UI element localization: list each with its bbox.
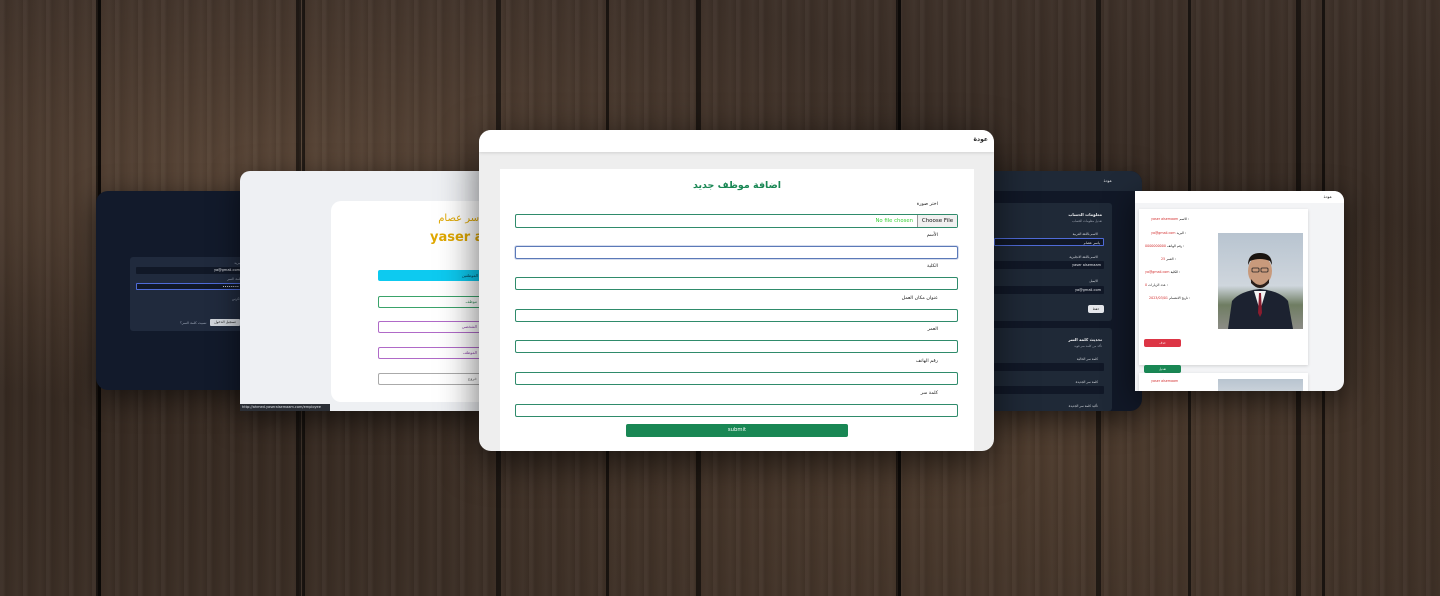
submit-button[interactable]: submit	[626, 424, 848, 437]
name-ar-label: الاسم باللغة العربية	[1072, 232, 1098, 236]
profile-name-row: yaser alsemaam الاسم :	[1151, 217, 1190, 221]
status-url: http://ahmed.yaseralsemaam.com/employee	[240, 404, 330, 411]
profile-button[interactable]: الشخصي	[378, 321, 490, 333]
new-password-field[interactable]	[994, 386, 1104, 394]
back-link[interactable]: عودة	[1324, 194, 1332, 199]
image-label: اختر صورة	[916, 202, 938, 207]
employees-button[interactable]: الموظفين	[378, 270, 490, 281]
password-label: كلمة سر	[920, 391, 938, 396]
delete-button[interactable]: حذف	[1144, 339, 1181, 347]
age-label: العمر	[927, 327, 938, 332]
settings-screenshot: عودة معلومات الحساب تعديل معلومات الحساب…	[990, 171, 1142, 411]
employee-card: ياسر عصام yaser als الموظفين موظف الشخصي…	[331, 201, 490, 402]
profile-college-row: ya@gmail.com الكلية :	[1145, 270, 1181, 274]
password-subtitle: تأكد من كلمة سر قوية	[1074, 344, 1102, 348]
name-ar-field[interactable]: ياسر عصام	[994, 238, 1104, 246]
person-photo-icon	[1228, 253, 1293, 329]
password-field[interactable]: ••••••••	[136, 283, 242, 290]
profile-joined-row: 2023/03/01 تاريخ الانضمام :	[1149, 296, 1191, 300]
confirm-password-label: تأكيد كلمة سر الجديدة	[1068, 404, 1098, 408]
employee-screenshot: ياسر عصام yaser als الموظفين موظف الشخصي…	[240, 171, 490, 411]
staff-button[interactable]: الموظف	[378, 347, 490, 359]
image-file-input[interactable]: No file chosen Choose File	[515, 214, 958, 228]
age-field[interactable]	[515, 340, 958, 353]
profile-name-row: yaser alsemaam	[1151, 379, 1179, 383]
current-password-label: كلمة سر الحالية	[1076, 357, 1098, 361]
workplace-field[interactable]	[515, 309, 958, 322]
name-en-field[interactable]: yaser alsemaam	[994, 261, 1104, 269]
email-label: الايميل	[1089, 279, 1098, 283]
back-link[interactable]: عودة	[1104, 178, 1112, 183]
back-link[interactable]: عودة	[974, 136, 988, 143]
phone-field[interactable]	[515, 372, 958, 385]
email-field[interactable]: ya@gmail.com	[994, 286, 1104, 294]
profile-card: yaser alsemaam الاسم : ya@gmail.com البر…	[1139, 209, 1308, 373]
logout-button[interactable]: خروج	[378, 373, 490, 385]
add-employee-form: اضافة موظف جديد اختر صورة No file chosen…	[500, 169, 974, 451]
profile-email-row: ya@gmail.com البريد :	[1151, 231, 1187, 235]
settings-topbar: عودة	[990, 171, 1142, 191]
phone-label: رقم الهاتف	[915, 359, 938, 364]
profile-age-row: 25 العمر :	[1161, 257, 1176, 261]
name-field[interactable]	[515, 246, 958, 259]
save-button[interactable]: حفظ	[1088, 305, 1104, 313]
account-panel: معلومات الحساب تعديل معلومات الحساب الاس…	[990, 203, 1112, 321]
login-card: البريد ya@gmail.com كلمة السر •••••••• ت…	[130, 257, 256, 331]
file-status: No file chosen	[875, 218, 913, 224]
password-panel: تحديث كلمة السر تأكد من كلمة سر قوية كلم…	[990, 328, 1112, 411]
navbar: عودة	[479, 130, 994, 152]
workplace-label: عنوان مكان العمل	[901, 296, 938, 301]
choose-file-button[interactable]: Choose File	[917, 215, 957, 227]
login-button[interactable]: تسجيل الدخول	[210, 319, 240, 326]
current-password-field[interactable]	[994, 363, 1104, 371]
password-title: تحديث كلمة السر	[1068, 337, 1102, 342]
form-title: اضافة موظف جديد	[692, 180, 782, 191]
employee-button[interactable]: موظف	[378, 296, 490, 308]
employee-name-ar: ياسر عصام	[438, 213, 485, 224]
login-screenshot: البريد ya@gmail.com كلمة السر •••••••• ت…	[96, 191, 256, 390]
profile-photo	[1218, 379, 1303, 391]
add-employee-screenshot: عودة اضافة موظف جديد اختر صورة No file c…	[479, 130, 994, 451]
edit-button[interactable]: تعديل	[1144, 365, 1181, 373]
college-field[interactable]	[515, 277, 958, 290]
email-field[interactable]: ya@gmail.com	[136, 267, 242, 274]
profile-phone-row: 0000000000 رقم الهاتف :	[1145, 244, 1185, 248]
profile-visits-row: 0 عدد الزيارات :	[1145, 283, 1168, 287]
profile-card-2: yaser alsemaam	[1139, 373, 1308, 391]
profile-topbar: عودة	[1135, 191, 1344, 203]
name-label: الأسم	[926, 233, 938, 238]
forgot-password-link[interactable]: نسيت كلمة السر؟	[180, 321, 207, 325]
password-field[interactable]	[515, 404, 958, 417]
account-subtitle: تعديل معلومات الحساب	[1072, 219, 1102, 223]
profile-photo	[1218, 233, 1303, 329]
college-label: الكلية	[926, 264, 938, 269]
account-title: معلومات الحساب	[1068, 212, 1102, 217]
profile-screenshot: عودة yaser alsemaam الاسم : ya@gmail.com…	[1135, 191, 1344, 391]
new-password-label: كلمة سر الجديدة	[1075, 380, 1098, 384]
name-en-label: الاسم باللغة الانجليزية	[1069, 255, 1098, 259]
